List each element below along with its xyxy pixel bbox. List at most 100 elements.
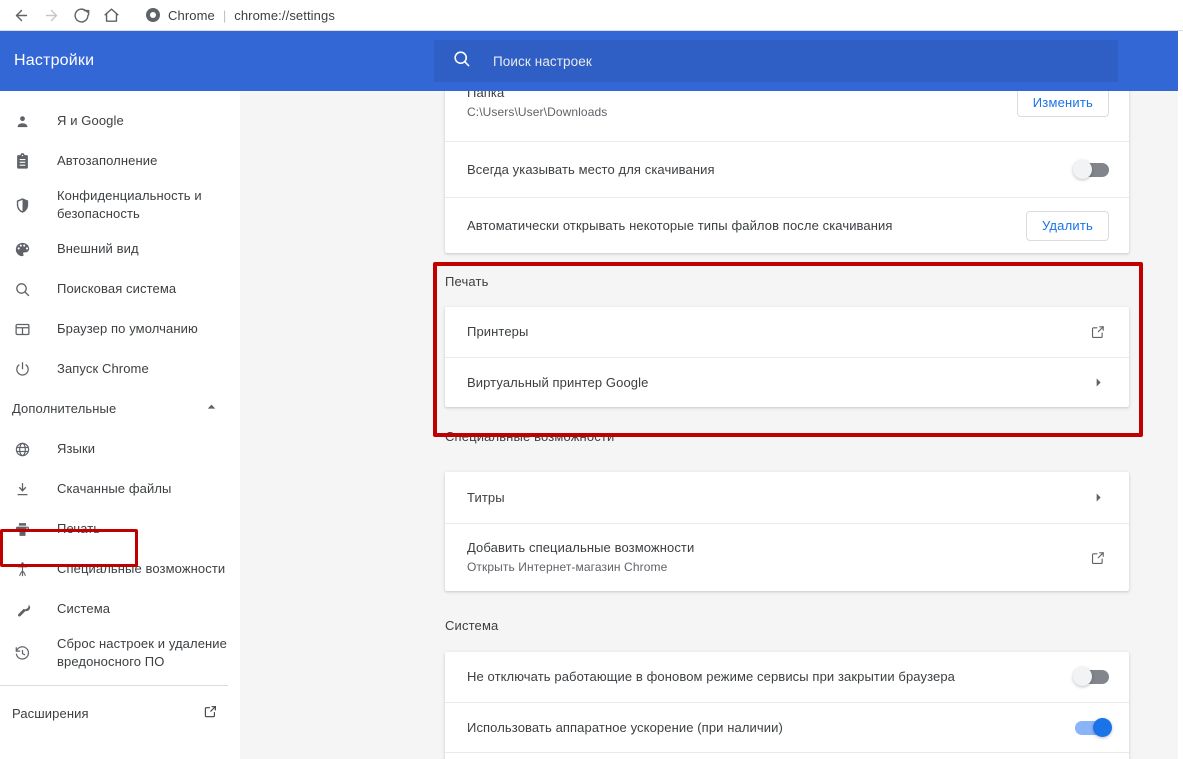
sidebar-item-label: Запуск Chrome <box>57 360 149 378</box>
sidebar-item-languages[interactable]: Языки <box>0 429 240 469</box>
search-input[interactable]: Поиск настроек <box>434 40 1118 82</box>
sidebar-item-label: Автозаполнение <box>57 152 157 170</box>
sidebar-item-label: Поисковая система <box>57 280 176 298</box>
wrench-icon <box>14 601 40 618</box>
browser-toolbar: Chrome | chrome://settings <box>0 0 1183 31</box>
sidebar-item-label: Скачанные файлы <box>57 480 171 498</box>
sidebar-item-label: Печать <box>57 520 100 538</box>
omnibox-url: chrome://settings <box>234 8 335 23</box>
forward-arrow-icon <box>43 7 60 24</box>
sidebar-item-appearance[interactable]: Внешний вид <box>0 229 240 269</box>
accessibility-card: Титры Добавить специальные возможности О… <box>445 472 1129 591</box>
back-button[interactable] <box>6 1 36 29</box>
downloads-card: Папка C:\Users\User\Downloads Изменить В… <box>445 91 1129 253</box>
sidebar-item-extensions[interactable]: Расширения <box>0 694 240 734</box>
external-link-icon[interactable] <box>1087 324 1109 340</box>
home-icon <box>103 7 120 24</box>
toggle-knob <box>1073 667 1092 686</box>
external-link-icon <box>203 704 218 724</box>
sidebar-item-system[interactable]: Система <box>0 589 240 629</box>
sidebar-advanced-label: Дополнительные <box>12 400 116 418</box>
search-icon <box>14 281 40 298</box>
clear-auto-open-button[interactable]: Удалить <box>1026 211 1109 241</box>
accessibility-section-title: Специальные возможности <box>445 429 614 444</box>
row-subtitle: Открыть Интернет-магазин Chrome <box>467 559 1087 576</box>
person-icon <box>14 113 40 130</box>
system-card: Не отключать работающие в фоновом режиме… <box>445 652 1129 759</box>
system-extra-row[interactable] <box>445 752 1129 759</box>
background-apps-toggle[interactable] <box>1075 670 1109 684</box>
page-scrollbar[interactable] <box>1178 31 1183 759</box>
clipboard-icon <box>14 153 40 170</box>
sidebar-item-reset-cleanup[interactable]: Сброс настроек и удаление вредоносного П… <box>0 629 240 677</box>
print-card: Принтеры Виртуальный принтер Google <box>445 307 1129 407</box>
browser-window-icon <box>14 321 40 338</box>
restore-clock-icon <box>14 645 40 662</box>
page-title: Настройки <box>14 52 434 70</box>
shield-icon <box>14 197 40 214</box>
toggle-knob <box>1093 718 1112 737</box>
row-title: Папка <box>467 91 1017 102</box>
hardware-acceleration-row[interactable]: Использовать аппаратное ускорение (при н… <box>445 702 1129 752</box>
reload-button[interactable] <box>66 1 96 29</box>
sidebar-item-label: Сброс настроек и удаление вредоносного П… <box>57 635 227 671</box>
sidebar-item-downloads[interactable]: Скачанные файлы <box>0 469 240 509</box>
home-button[interactable] <box>96 1 126 29</box>
downloads-folder-row[interactable]: Папка C:\Users\User\Downloads Изменить <box>445 91 1129 141</box>
palette-icon <box>14 241 40 258</box>
sidebar-item-on-startup[interactable]: Запуск Chrome <box>0 349 240 389</box>
chrome-logo-icon <box>146 8 160 22</box>
settings-content: Папка C:\Users\User\Downloads Изменить В… <box>240 91 1178 759</box>
back-arrow-icon <box>13 7 30 24</box>
sidebar: Я и Google Автозаполнение Конфиденциальн… <box>0 91 240 759</box>
sidebar-item-search-engine[interactable]: Поисковая система <box>0 269 240 309</box>
chevron-right-icon[interactable] <box>1087 491 1109 504</box>
accessibility-icon <box>14 561 40 578</box>
external-link-icon[interactable] <box>1087 550 1109 566</box>
sidebar-item-accessibility[interactable]: Специальные возможности <box>0 549 240 589</box>
globe-icon <box>14 441 40 458</box>
google-cloud-print-row[interactable]: Виртуальный принтер Google <box>445 357 1129 407</box>
sidebar-item-printing[interactable]: Печать <box>0 509 240 549</box>
sidebar-extensions-label: Расширения <box>12 705 89 723</box>
printers-row[interactable]: Принтеры <box>445 307 1129 357</box>
row-title: Всегда указывать место для скачивания <box>467 161 1075 179</box>
sidebar-item-label: Система <box>57 600 110 618</box>
sidebar-item-privacy-security[interactable]: Конфиденциальность и безопасность <box>0 181 240 229</box>
omnibox-app-name: Chrome <box>168 8 215 23</box>
ask-where-to-save-row[interactable]: Всегда указывать место для скачивания <box>445 141 1129 197</box>
power-icon <box>14 361 40 378</box>
captions-row[interactable]: Титры <box>445 472 1129 523</box>
sidebar-item-autofill[interactable]: Автозаполнение <box>0 141 240 181</box>
ask-where-to-save-toggle[interactable] <box>1075 163 1109 177</box>
row-title: Не отключать работающие в фоновом режиме… <box>467 668 1075 686</box>
sidebar-item-label: Я и Google <box>57 112 124 130</box>
sidebar-item-label: Внешний вид <box>57 240 139 258</box>
row-title: Титры <box>467 489 1087 507</box>
add-accessibility-features-row[interactable]: Добавить специальные возможности Открыть… <box>445 523 1129 591</box>
omnibox-separator: | <box>223 8 226 23</box>
address-bar[interactable]: Chrome | chrome://settings <box>136 3 1183 27</box>
sidebar-item-default-browser[interactable]: Браузер по умолчанию <box>0 309 240 349</box>
sidebar-item-label: Языки <box>57 440 95 458</box>
chevron-up-icon <box>205 400 218 418</box>
chevron-right-icon[interactable] <box>1087 376 1109 389</box>
toggle-knob <box>1073 160 1092 179</box>
row-title: Принтеры <box>467 323 1087 341</box>
background-apps-row[interactable]: Не отключать работающие в фоновом режиме… <box>445 652 1129 702</box>
sidebar-item-you-and-google[interactable]: Я и Google <box>0 101 240 141</box>
search-placeholder: Поиск настроек <box>493 54 592 69</box>
row-title: Добавить специальные возможности <box>467 539 1087 557</box>
row-title: Виртуальный принтер Google <box>467 374 1087 392</box>
row-subtitle: C:\Users\User\Downloads <box>467 104 1017 121</box>
hardware-acceleration-toggle[interactable] <box>1075 721 1109 735</box>
search-icon <box>452 49 471 73</box>
print-section-title: Печать <box>445 274 489 289</box>
sidebar-advanced-toggle[interactable]: Дополнительные <box>0 389 240 429</box>
forward-button[interactable] <box>36 1 66 29</box>
auto-open-files-row[interactable]: Автоматически открывать некоторые типы ф… <box>445 197 1129 253</box>
change-folder-button[interactable]: Изменить <box>1017 91 1109 117</box>
settings-header: Настройки Поиск настроек <box>0 31 1178 91</box>
printer-icon <box>14 521 40 538</box>
row-title: Автоматически открывать некоторые типы ф… <box>467 217 1026 235</box>
